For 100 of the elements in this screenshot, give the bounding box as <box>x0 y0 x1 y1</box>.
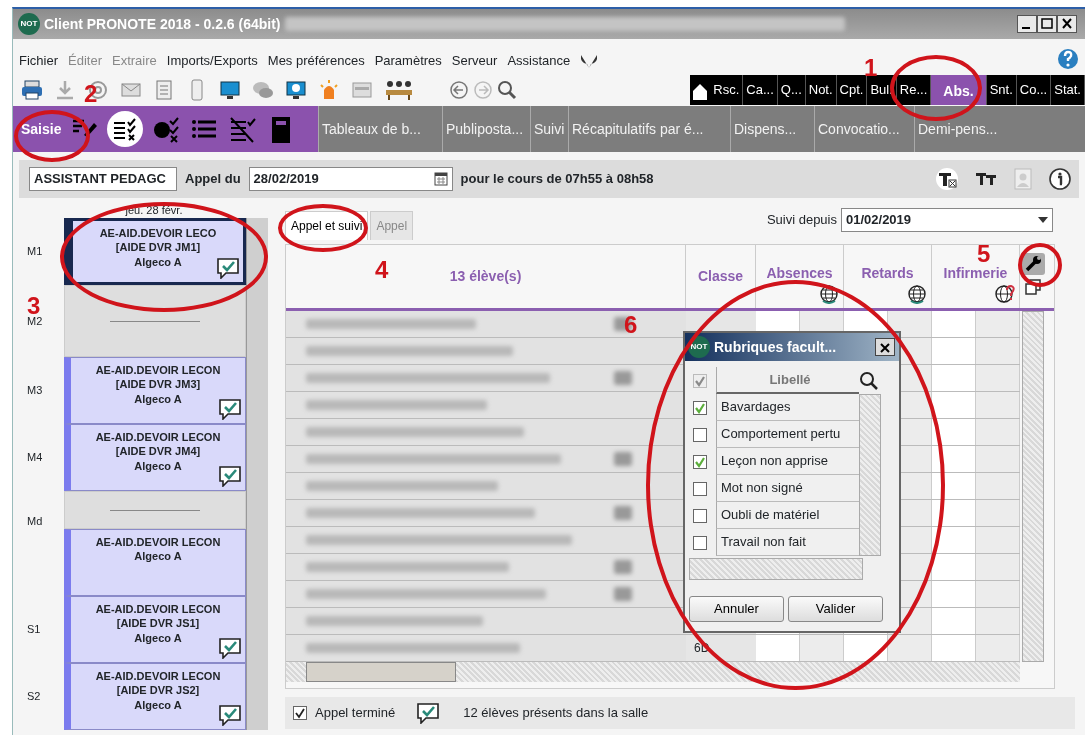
globe-question-icon[interactable] <box>995 284 1015 304</box>
search-icon[interactable] <box>859 370 879 391</box>
sub-tab[interactable]: Récapitulatifs par é... <box>568 106 730 152</box>
tab[interactable]: Appel et suivi <box>285 211 369 240</box>
crossed-icon[interactable] <box>228 115 257 143</box>
module-tab[interactable]: Q... <box>777 74 806 105</box>
grid-cell[interactable] <box>932 554 976 580</box>
info-icon[interactable] <box>1049 168 1071 190</box>
grid-cell[interactable] <box>932 608 976 634</box>
grid-cell[interactable] <box>976 473 1020 499</box>
checkbox[interactable] <box>693 481 707 496</box>
checkbox[interactable] <box>693 508 707 523</box>
column-header[interactable]: Retards <box>861 263 914 284</box>
grid-cell[interactable] <box>932 527 976 553</box>
course-card[interactable]: AE-AID.DEVOIR LECON Algeco A <box>64 529 246 596</box>
grid-cell[interactable] <box>932 500 976 526</box>
menu-item[interactable]: Fichier <box>19 50 58 70</box>
module-tab[interactable]: Co... <box>1016 74 1052 105</box>
grid-cell[interactable] <box>932 635 976 661</box>
menu-item[interactable]: Mes préférences <box>267 50 365 70</box>
globe-icon[interactable] <box>907 284 927 304</box>
text-clear-icon[interactable] <box>935 168 959 190</box>
grid-cell[interactable] <box>932 338 976 364</box>
view-label[interactable]: Saisie <box>21 118 62 140</box>
grid-cell[interactable] <box>976 311 1020 337</box>
scrollbar[interactable] <box>1022 311 1044 662</box>
grid-cell[interactable] <box>932 581 976 607</box>
sub-tab[interactable]: Suivi <box>530 106 568 152</box>
module-tab[interactable]: Stat. <box>1051 74 1085 105</box>
grid-cell[interactable] <box>976 635 1020 661</box>
scrollbar[interactable] <box>689 558 863 580</box>
grid-cell[interactable] <box>932 365 976 391</box>
module-tab[interactable]: Abs. <box>931 74 987 105</box>
menu-item[interactable]: Serveur <box>451 50 498 70</box>
course-card[interactable]: AE-AID.DEVOIR LECON [AIDE DVR JS1] Algeco A <box>64 596 246 663</box>
scrollbar[interactable] <box>286 662 1020 682</box>
grid-cell[interactable] <box>976 419 1020 445</box>
close-button[interactable] <box>875 338 895 356</box>
monitor-icon[interactable] <box>219 78 241 101</box>
scrollbar[interactable] <box>246 218 268 730</box>
meeting-icon[interactable] <box>384 78 414 101</box>
grid-cell[interactable] <box>888 635 932 661</box>
course-card[interactable]: AE-AID.DEVOIR LECON [AIDE DVR JM3] Algeco A <box>64 357 246 424</box>
grid-cell[interactable] <box>756 635 800 661</box>
grid-cell[interactable] <box>976 527 1020 553</box>
column-header[interactable]: Libellé <box>716 367 859 394</box>
menu-item[interactable]: Imports/Exports <box>166 50 258 70</box>
grid-cell[interactable] <box>976 446 1020 472</box>
back-icon[interactable] <box>449 79 469 100</box>
sub-tab[interactable]: Convocatio... <box>814 106 914 152</box>
course-card[interactable]: AE-AID.DEVOIR LECO [AIDE DVR JM1] Algeco A <box>64 218 246 285</box>
grid-cell[interactable] <box>932 392 976 418</box>
finished-label[interactable]: Appel terminé <box>315 703 396 723</box>
grid-cell[interactable] <box>888 311 932 337</box>
sub-tab[interactable]: Tableaux de b... <box>318 106 442 152</box>
module-tab[interactable]: Ca... <box>743 74 778 105</box>
course-card[interactable]: AE-AID.DEVOIR LECON [AIDE DVR JS2] Algeco A <box>64 663 246 730</box>
grid-cell[interactable] <box>844 635 888 661</box>
sub-tab[interactable]: Publiposta... <box>442 106 530 152</box>
scrollbar[interactable] <box>859 394 881 556</box>
grid-cell[interactable] <box>932 446 976 472</box>
checkbox[interactable] <box>693 454 707 469</box>
checkbox[interactable] <box>693 400 707 415</box>
dialog-button[interactable]: Valider <box>788 596 883 622</box>
column-header[interactable]: Absences <box>766 263 833 284</box>
grid-cell[interactable] <box>976 392 1020 418</box>
person-field[interactable]: ASSISTANT PEDAGC <box>29 167 177 191</box>
grid-cell[interactable] <box>932 473 976 499</box>
column-header[interactable]: Infirmerie <box>943 263 1008 284</box>
date-field[interactable]: 28/02/2019 <box>248 167 453 191</box>
grid-cell[interactable] <box>932 419 976 445</box>
dialog-button[interactable]: Annuler <box>689 596 784 622</box>
printer-icon[interactable] <box>21 78 43 101</box>
module-tab[interactable]: Not. <box>805 74 837 105</box>
close-icon[interactable] <box>1057 15 1077 33</box>
module-tab[interactable]: Snt. <box>986 74 1017 105</box>
copy-icon[interactable] <box>1025 279 1041 295</box>
wrench-icon[interactable] <box>1021 253 1045 275</box>
grid-cell[interactable] <box>976 338 1020 364</box>
column-header[interactable]: Classe <box>697 266 744 287</box>
sub-tab[interactable]: Dispens... <box>730 106 814 152</box>
module-tab[interactable]: Rsc. <box>710 74 744 105</box>
minimize-icon[interactable] <box>1017 15 1037 33</box>
column-header[interactable]: 13 élève(s) <box>449 266 522 287</box>
maximize-icon[interactable] <box>1037 15 1057 33</box>
grid-cell[interactable] <box>976 581 1020 607</box>
menu-item[interactable]: Paramètres <box>374 50 442 70</box>
pie-icon[interactable] <box>152 115 181 143</box>
help-icon[interactable] <box>1057 48 1079 70</box>
menu-item[interactable]: Assistance <box>507 50 571 70</box>
search-icon[interactable] <box>497 79 517 100</box>
follow-dropdown[interactable]: 01/02/2019 <box>841 208 1053 232</box>
course-card[interactable]: AE-AID.DEVOIR LECON [AIDE DVR JM4] Algeco A <box>64 424 246 491</box>
grid-cell[interactable] <box>976 554 1020 580</box>
grid-cell[interactable] <box>976 500 1020 526</box>
grid-cell[interactable] <box>976 365 1020 391</box>
checkbox[interactable] <box>693 427 707 442</box>
grid-cell[interactable] <box>932 311 976 337</box>
grid-cell[interactable] <box>800 635 844 661</box>
checkbox[interactable] <box>693 535 707 550</box>
